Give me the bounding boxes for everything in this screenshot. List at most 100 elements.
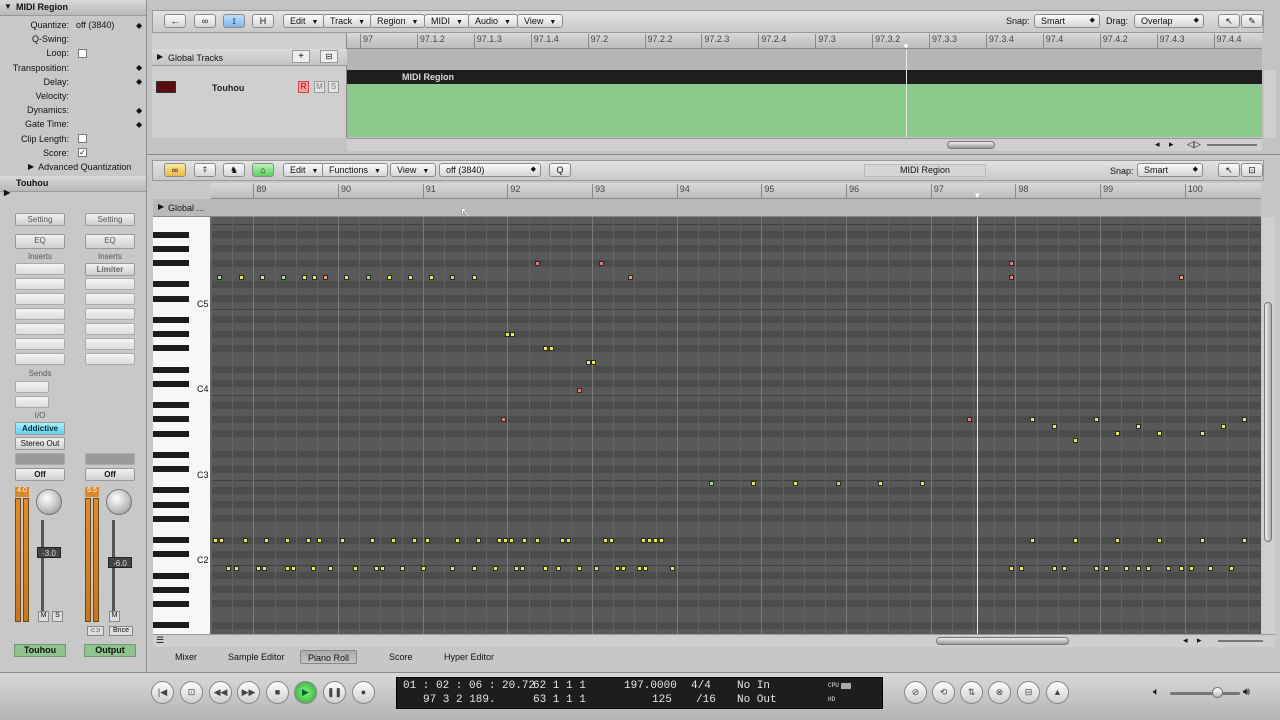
param-checkbox[interactable] [78, 48, 87, 58]
midi-note[interactable] [1199, 537, 1205, 543]
black-key[interactable] [153, 537, 189, 543]
midi-note[interactable] [1072, 537, 1078, 543]
param-row[interactable]: Loop: [0, 46, 146, 60]
midi-note[interactable] [225, 565, 231, 571]
midi-note[interactable] [1115, 537, 1121, 543]
send-slot[interactable] [15, 381, 49, 393]
midi-note[interactable] [566, 537, 572, 543]
black-key[interactable] [153, 586, 189, 593]
arrange-edit-menu[interactable]: Edit ▼ [283, 14, 326, 28]
pr-global-tracks-row[interactable]: ▶ Global ... [153, 199, 1261, 217]
disclosure-closed-icon[interactable]: ▶ [157, 52, 163, 61]
param-row[interactable]: Quantize: off (3840) ◆ [0, 18, 146, 32]
scroll-left-icon[interactable]: ◂ [1183, 635, 1188, 646]
midi-note[interactable] [391, 537, 397, 543]
midi-note[interactable] [1009, 565, 1015, 571]
midi-note[interactable] [340, 537, 346, 543]
insert-slot[interactable] [85, 293, 135, 305]
eq-button-right[interactable]: EQ [85, 234, 135, 249]
black-key[interactable] [153, 231, 189, 238]
midi-note[interactable] [1123, 565, 1129, 571]
drag-mode-select[interactable]: Overlap ◆ [1134, 14, 1204, 28]
midi-note[interactable] [1009, 260, 1015, 266]
insert-slot[interactable] [15, 308, 65, 320]
midi-note[interactable] [615, 565, 621, 571]
midi-note[interactable] [424, 537, 430, 543]
scroll-thumb[interactable] [1264, 302, 1272, 542]
midi-note[interactable] [1093, 565, 1099, 571]
midi-note[interactable] [1165, 565, 1171, 571]
midi-note[interactable] [217, 274, 223, 280]
volume-fader-left[interactable]: -3.0 [37, 547, 61, 558]
transport-display[interactable]: 01 : 02 : 06 : 20.72 97 3 2 189. 62 1 1 … [396, 677, 883, 709]
tab-piano-roll[interactable]: Piano Roll [300, 650, 358, 664]
black-key[interactable] [153, 295, 189, 302]
insert-slot[interactable] [15, 293, 65, 305]
piano-roll-grid[interactable] [211, 217, 1261, 634]
hide-icon[interactable]: H [252, 14, 274, 28]
midi-note[interactable] [429, 274, 435, 280]
midi-note[interactable] [412, 537, 418, 543]
insert-slot[interactable] [85, 278, 135, 290]
setting-button-left[interactable]: Setting [15, 213, 65, 226]
metronome-icon[interactable]: ▲ [1046, 681, 1069, 704]
stepper-icon[interactable]: ◆ [136, 21, 146, 30]
midi-note[interactable] [323, 274, 329, 280]
piano-roll-ruler[interactable]: 89 90 91 92 93 94 95 96 97 98 99 100 ▼ [211, 183, 1261, 199]
midi-note[interactable] [1051, 423, 1057, 429]
stop-icon[interactable]: ■ [266, 681, 289, 704]
insert-slot[interactable] [15, 353, 65, 365]
midi-note[interactable] [1051, 565, 1057, 571]
midi-note[interactable] [255, 565, 261, 571]
scroll-left-icon[interactable]: ◂ [1155, 139, 1160, 150]
midi-note[interactable] [280, 274, 286, 280]
tab-sample-editor[interactable]: Sample Editor [221, 650, 292, 664]
midi-note[interactable] [502, 537, 508, 543]
black-key[interactable] [153, 281, 189, 288]
black-key[interactable] [153, 402, 189, 409]
midi-note[interactable] [317, 537, 323, 543]
play-icon[interactable]: ▶ [294, 681, 317, 704]
black-key[interactable] [153, 316, 189, 323]
midi-note[interactable] [310, 565, 316, 571]
midi-note[interactable] [407, 274, 413, 280]
midi-note[interactable] [708, 480, 714, 486]
pr-snap-select[interactable]: Smart ◆ [1137, 163, 1203, 177]
param-row[interactable]: Gate Time: ◆ [0, 117, 146, 131]
midi-note[interactable] [501, 416, 507, 422]
midi-note[interactable] [259, 274, 265, 280]
pr-functions-menu[interactable]: Functions ▼ [322, 163, 388, 177]
midi-note[interactable] [285, 537, 291, 543]
param-row[interactable]: Velocity: [0, 89, 146, 103]
midi-note[interactable] [450, 274, 456, 280]
midi-note[interactable] [365, 274, 371, 280]
playhead[interactable] [977, 217, 979, 634]
midi-note[interactable] [475, 537, 481, 543]
midi-note[interactable] [1136, 565, 1142, 571]
black-key[interactable] [153, 600, 189, 607]
instrument-input-button[interactable]: Addictive [15, 422, 65, 435]
black-key[interactable] [153, 380, 189, 387]
param-row[interactable]: Q-Swing: [0, 32, 146, 46]
midi-note[interactable] [1030, 416, 1036, 422]
region-parameters-header[interactable]: ▼ MIDI Region [0, 0, 146, 16]
midi-note[interactable] [920, 480, 926, 486]
midi-note[interactable] [1136, 423, 1142, 429]
arrange-region-menu[interactable]: Region ▼ [370, 14, 426, 28]
midi-note[interactable] [1229, 565, 1235, 571]
insert-slot[interactable] [15, 278, 65, 290]
volume-fader-right[interactable]: -6.0 [108, 557, 132, 568]
bounce-button[interactable]: Bnce [109, 626, 133, 636]
track-section-header[interactable]: ▶ Touhou [0, 176, 146, 197]
midi-note[interactable] [496, 537, 502, 543]
arrange-audio-menu[interactable]: Audio ▼ [468, 14, 518, 28]
scroll-thumb[interactable] [936, 637, 1069, 645]
scroll-right-icon[interactable]: ▸ [1197, 635, 1202, 646]
rewind-icon[interactable]: ◀◀ [209, 681, 232, 704]
midi-note[interactable] [1242, 537, 1248, 543]
quantize-select[interactable]: off (3840) ◆ [439, 163, 541, 177]
secondary-tool-icon[interactable]: ⊡ [1241, 163, 1263, 177]
param-row[interactable]: Transposition: ◆ [0, 61, 146, 75]
tab-score[interactable]: Score [382, 650, 420, 664]
midi-note[interactable] [1178, 565, 1184, 571]
